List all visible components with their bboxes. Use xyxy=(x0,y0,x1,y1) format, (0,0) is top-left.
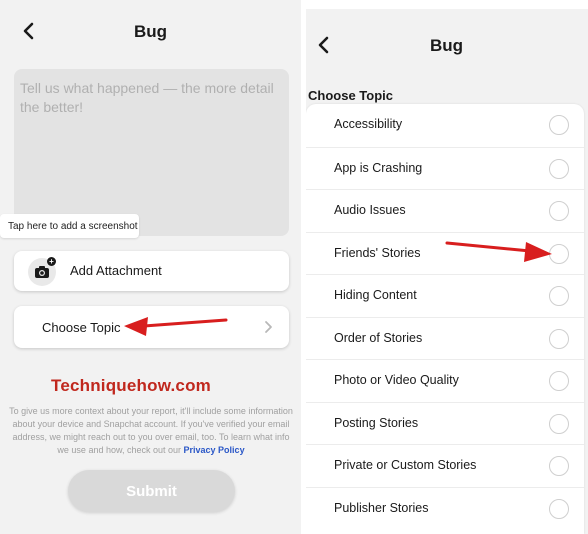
topic-row[interactable]: Hiding Content xyxy=(306,274,584,316)
radio-unchecked-icon[interactable] xyxy=(549,244,569,264)
topic-row[interactable]: App is Crashing xyxy=(306,147,584,189)
topic-label: Accessibility xyxy=(334,117,403,131)
info-body: To give us more context about your repor… xyxy=(9,406,293,455)
description-textarea[interactable]: Tell us what happened — the more detail … xyxy=(14,69,289,236)
radio-unchecked-icon[interactable] xyxy=(549,371,569,391)
topic-row[interactable]: Publisher Stories xyxy=(306,487,584,529)
privacy-info-text: To give us more context about your repor… xyxy=(6,405,296,457)
radio-unchecked-icon[interactable] xyxy=(549,115,569,135)
add-plus-icon: + xyxy=(47,257,56,266)
back-button[interactable] xyxy=(312,34,334,56)
topic-label: Audio Issues xyxy=(334,203,406,217)
topic-label: Posting Stories xyxy=(334,416,419,430)
radio-unchecked-icon[interactable] xyxy=(549,201,569,221)
topic-list: Accessibility App is Crashing Audio Issu… xyxy=(306,104,584,534)
add-attachment-button[interactable]: + Add Attachment xyxy=(14,251,289,291)
back-chevron-icon xyxy=(318,36,329,54)
radio-unchecked-icon[interactable] xyxy=(549,329,569,349)
topic-row[interactable]: Posting Stories xyxy=(306,402,584,444)
choose-topic-screen: Bug Choose Topic Accessibility App is Cr… xyxy=(306,0,588,534)
topic-label: App is Crashing xyxy=(334,161,423,175)
topic-row[interactable]: Order of Stories xyxy=(306,317,584,359)
radio-unchecked-icon[interactable] xyxy=(549,414,569,434)
page-title: Bug xyxy=(430,36,464,55)
radio-unchecked-icon[interactable] xyxy=(549,286,569,306)
watermark-text: Techniquehow.com xyxy=(51,376,211,395)
bug-report-screen: Bug Tell us what happened — the more det… xyxy=(0,0,301,534)
chevron-right-icon xyxy=(265,321,272,333)
topic-row[interactable]: Photo or Video Quality xyxy=(306,359,584,401)
topic-row[interactable]: Audio Issues xyxy=(306,189,584,231)
choose-topic-button[interactable]: Choose Topic xyxy=(14,306,289,348)
topic-label: Private or Custom Stories xyxy=(334,458,477,472)
topic-label: Photo or Video Quality xyxy=(334,373,459,387)
topic-label: Hiding Content xyxy=(334,288,417,302)
topic-row[interactable]: Accessibility xyxy=(306,104,584,146)
topic-row[interactable]: Friends' Stories xyxy=(306,232,584,274)
topic-label: Publisher Stories xyxy=(334,501,429,515)
screenshot-tooltip: Tap here to add a screenshot xyxy=(0,214,139,238)
radio-unchecked-icon[interactable] xyxy=(549,456,569,476)
section-header: Choose Topic xyxy=(308,88,393,103)
topic-label: Order of Stories xyxy=(334,331,423,345)
top-strip xyxy=(306,0,588,9)
choose-topic-label: Choose Topic xyxy=(42,320,121,335)
radio-unchecked-icon[interactable] xyxy=(549,159,569,179)
submit-button[interactable]: Submit xyxy=(68,470,235,512)
topic-row[interactable]: Private or Custom Stories xyxy=(306,444,584,486)
topic-label: Friends' Stories xyxy=(334,246,421,260)
privacy-policy-link[interactable]: Privacy Policy xyxy=(184,445,245,455)
add-attachment-label: Add Attachment xyxy=(70,263,162,278)
radio-unchecked-icon[interactable] xyxy=(549,499,569,519)
page-title: Bug xyxy=(133,22,168,41)
